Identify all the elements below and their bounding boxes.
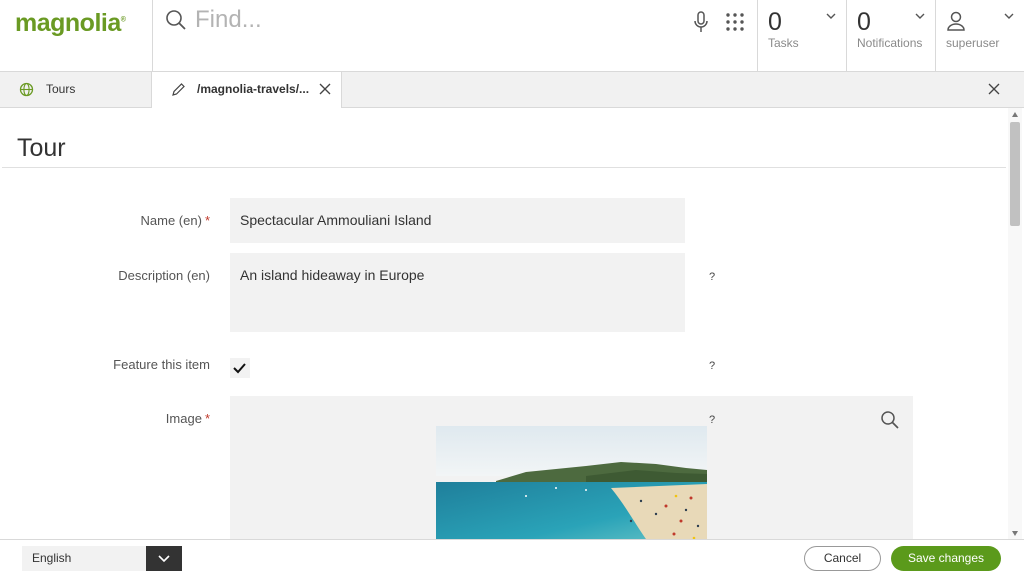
divider [2,167,1006,168]
image-help-icon[interactable]: ? [709,414,715,426]
feature-checkbox[interactable] [230,358,250,378]
description-value: An island hideaway in Europe [240,267,425,283]
tasks-label: Tasks [768,36,799,50]
description-help-icon[interactable]: ? [709,271,715,283]
magnolia-logo[interactable]: magnolia® [15,9,126,38]
save-changes-button[interactable]: Save changes [891,546,1001,571]
chevron-down-icon [158,555,170,563]
tab-tours[interactable]: Tours [0,72,152,108]
description-textarea[interactable]: An island hideaway in Europe [230,253,685,332]
feature-label-text: Feature this item [113,357,210,372]
required-marker: * [204,213,210,228]
name-input[interactable]: Spectacular Ammouliani Island [230,198,685,243]
top-bar: magnolia® 0 Tasks 0 Notifications [0,0,1024,72]
vertical-scrollbar[interactable] [1008,108,1022,540]
microphone-icon[interactable] [693,11,709,33]
username-label: superuser [946,36,1000,50]
name-field-label: Name (en) * [0,213,210,228]
language-value: English [32,551,72,565]
logo-text: magnolia [15,9,121,37]
scroll-down-arrow-icon[interactable] [1012,531,1018,536]
description-field-label: Description (en) [0,268,210,283]
tour-image-thumbnail[interactable] [436,426,707,540]
scroll-up-arrow-icon[interactable] [1012,112,1018,117]
tab-bar: Tours /magnolia-travels/... [0,72,1024,109]
image-label-text: Image [165,411,202,426]
image-field-label: Image * [0,411,210,426]
chevron-down-icon[interactable] [1004,12,1014,20]
feature-help-icon[interactable]: ? [709,360,715,372]
image-field[interactable] [230,396,913,540]
name-label-text: Name (en) [140,213,202,228]
checkmark-icon [233,363,246,374]
user-icon [947,11,965,31]
feature-field-label: Feature this item [0,357,210,372]
notifications-label: Notifications [857,36,923,50]
page-title: Tour [17,134,66,162]
language-select[interactable]: English [22,546,182,571]
required-marker: * [204,411,210,426]
chevron-down-icon[interactable] [826,12,836,20]
search-area [153,0,757,72]
close-app-icon[interactable] [988,83,1000,95]
tasks-count: 0 [768,8,782,36]
search-icon[interactable] [165,9,187,31]
language-dropdown-button[interactable] [146,546,182,571]
search-input[interactable] [195,4,675,36]
tab-label: /magnolia-travels/... [197,82,310,96]
chevron-down-icon[interactable] [915,12,925,20]
tasks-indicator[interactable]: 0 Tasks [757,0,846,72]
description-label-text: Description (en) [118,268,210,283]
scroll-thumb[interactable] [1010,122,1020,226]
action-bar: English Cancel Save changes [0,539,1024,576]
cancel-button[interactable]: Cancel [804,546,881,571]
notifications-indicator[interactable]: 0 Notifications [846,0,935,72]
globe-icon [19,82,34,97]
search-icon[interactable] [880,410,900,430]
pencil-icon [172,83,185,96]
name-value: Spectacular Ammouliani Island [240,212,432,228]
close-icon[interactable] [319,83,331,95]
logo-area[interactable]: magnolia® [0,0,153,72]
notifications-count: 0 [857,8,871,36]
app-launcher-icon[interactable] [725,12,745,32]
user-menu[interactable]: superuser [935,0,1024,72]
tab-label: Tours [46,82,76,96]
tour-form: Tour Name (en) * Spectacular Ammouliani I… [0,108,1024,540]
tab-tour-editor[interactable]: /magnolia-travels/... [152,72,342,109]
